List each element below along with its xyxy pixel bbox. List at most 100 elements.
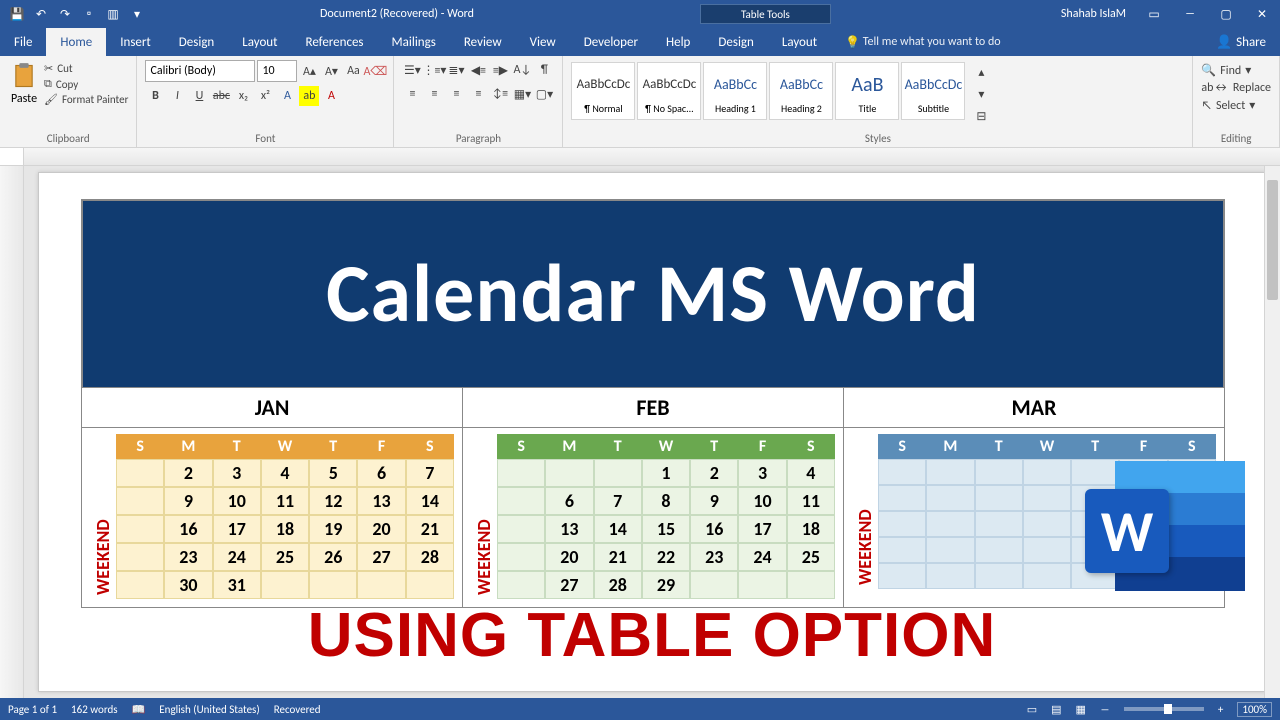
view-print-icon[interactable]: ▤ — [1051, 703, 1061, 716]
highlight-button[interactable]: ab — [299, 86, 319, 106]
zoom-in-icon[interactable]: + — [1218, 703, 1223, 716]
tab-tt-layout[interactable]: Layout — [768, 28, 831, 56]
tab-design[interactable]: Design — [165, 28, 228, 56]
tab-insert[interactable]: Insert — [106, 28, 165, 56]
tab-help[interactable]: Help — [652, 28, 704, 56]
page[interactable]: Calendar MS Word JAN WEEKEND SMTWTFS2345… — [38, 172, 1266, 692]
style-heading1[interactable]: AaBbCcHeading 1 — [703, 62, 767, 120]
bullets-button[interactable]: ☰▾ — [402, 60, 422, 80]
recovered-status[interactable]: Recovered — [274, 703, 321, 716]
undo-icon[interactable]: ↶ — [30, 3, 52, 25]
month-jan: JAN WEEKEND SMTWTFS234567910111213141617… — [82, 388, 463, 607]
tab-review[interactable]: Review — [450, 28, 516, 56]
maximize-icon[interactable]: ▢ — [1208, 0, 1244, 28]
qat-btn[interactable]: ▥ — [102, 3, 124, 25]
style-normal[interactable]: AaBbCcDc¶ Normal — [571, 62, 635, 120]
status-bar: Page 1 of 1 162 words 📖 English (United … — [0, 698, 1280, 720]
font-color-button[interactable]: A — [321, 86, 341, 106]
select-button[interactable]: ↖Select▾ — [1201, 98, 1271, 113]
clear-format-button[interactable]: A⌫ — [365, 61, 385, 81]
styles-down-icon[interactable]: ▾ — [971, 84, 991, 104]
tab-layout[interactable]: Layout — [228, 28, 291, 56]
tab-file[interactable]: File — [0, 28, 46, 56]
group-styles: AaBbCcDc¶ Normal AaBbCcDc¶ No Spac... Aa… — [563, 56, 1193, 147]
vertical-ruler[interactable] — [0, 166, 24, 698]
quick-access-toolbar: 💾 ↶ ↷ ▫ ▥ ▾ — [0, 3, 154, 25]
tab-home[interactable]: Home — [46, 28, 106, 56]
ribbon: Paste ✂Cut ⧉Copy 🖌Format Painter Clipboa… — [0, 56, 1280, 148]
view-web-icon[interactable]: ▦ — [1076, 703, 1086, 716]
tab-tt-design[interactable]: Design — [704, 28, 767, 56]
tab-mailings[interactable]: Mailings — [378, 28, 450, 56]
multilevel-button[interactable]: ≣▾ — [446, 60, 466, 80]
paste-button[interactable]: Paste — [8, 60, 40, 108]
font-name-input[interactable]: Calibri (Body) — [145, 60, 255, 82]
user-name[interactable]: Shahab IslaM — [1051, 7, 1136, 21]
superscript-button[interactable]: x² — [255, 86, 275, 106]
increase-indent-button[interactable]: ≡▶ — [490, 60, 510, 80]
group-paragraph: ☰▾ ⋮≡▾ ≣▾ ◀≡ ≡▶ A↓ ¶ ≡ ≡ ≡ ≡ ↕≡ ▦▾ ▢▾ Pa… — [394, 56, 563, 147]
replace-button[interactable]: ab↔Replace — [1201, 81, 1271, 95]
document-title: Document2 (Recovered) - Word — [154, 7, 700, 21]
style-nospacing[interactable]: AaBbCcDc¶ No Spac... — [637, 62, 701, 120]
tab-developer[interactable]: Developer — [570, 28, 652, 56]
grow-font-button[interactable]: A▴ — [299, 61, 319, 81]
justify-button[interactable]: ≡ — [468, 84, 488, 104]
text-effects-button[interactable]: A — [277, 86, 297, 106]
share-button[interactable]: 👤Share — [1202, 28, 1280, 56]
align-left-button[interactable]: ≡ — [402, 84, 422, 104]
scissors-icon: ✂ — [44, 62, 53, 75]
copy-icon: ⧉ — [44, 77, 52, 91]
shrink-font-button[interactable]: A▾ — [321, 61, 341, 81]
line-spacing-button[interactable]: ↕≡ — [490, 84, 510, 104]
bold-button[interactable]: B — [145, 86, 165, 106]
zoom-out-icon[interactable]: ― — [1100, 703, 1110, 716]
page-count[interactable]: Page 1 of 1 — [8, 703, 57, 716]
ribbon-options-icon[interactable]: ▭ — [1136, 0, 1172, 28]
save-icon[interactable]: 💾 — [6, 3, 28, 25]
close-icon[interactable]: ✕ — [1244, 0, 1280, 28]
qat-btn[interactable]: ▫ — [78, 3, 100, 25]
underline-button[interactable]: U — [189, 86, 209, 106]
style-subtitle[interactable]: AaBbCcDcSubtitle — [901, 62, 965, 120]
numbering-button[interactable]: ⋮≡▾ — [424, 60, 444, 80]
styles-up-icon[interactable]: ▴ — [971, 62, 991, 82]
align-right-button[interactable]: ≡ — [446, 84, 466, 104]
align-center-button[interactable]: ≡ — [424, 84, 444, 104]
find-button[interactable]: 🔍Find▾ — [1201, 63, 1271, 78]
decrease-indent-button[interactable]: ◀≡ — [468, 60, 488, 80]
style-heading2[interactable]: AaBbCcHeading 2 — [769, 62, 833, 120]
borders-button[interactable]: ▢▾ — [534, 84, 554, 104]
redo-icon[interactable]: ↷ — [54, 3, 76, 25]
tell-me-search[interactable]: 💡 Tell me what you want to do — [831, 28, 1202, 56]
format-painter-button[interactable]: 🖌Format Painter — [44, 93, 128, 106]
spellcheck-icon[interactable]: 📖 — [132, 703, 146, 716]
tab-references[interactable]: References — [292, 28, 378, 56]
style-title[interactable]: AaBTitle — [835, 62, 899, 120]
vertical-scrollbar[interactable] — [1264, 166, 1280, 698]
sort-button[interactable]: A↓ — [512, 60, 532, 80]
font-size-input[interactable]: 10 — [257, 60, 297, 82]
shading-button[interactable]: ▦▾ — [512, 84, 532, 104]
view-read-icon[interactable]: ▭ — [1027, 703, 1037, 716]
cut-button[interactable]: ✂Cut — [44, 62, 128, 75]
tab-view[interactable]: View — [516, 28, 570, 56]
strike-button[interactable]: abc — [211, 86, 231, 106]
weekend-label: WEEKEND — [471, 462, 497, 599]
minimize-icon[interactable]: ― — [1172, 0, 1208, 28]
document-area: Calendar MS Word JAN WEEKEND SMTWTFS2345… — [0, 166, 1280, 698]
styles-expand-icon[interactable]: ⊟ — [971, 106, 991, 126]
calendar-row: JAN WEEKEND SMTWTFS234567910111213141617… — [81, 387, 1225, 608]
word-count[interactable]: 162 words — [71, 703, 118, 716]
language-status[interactable]: English (United States) — [159, 703, 259, 716]
copy-button[interactable]: ⧉Copy — [44, 77, 128, 91]
change-case-button[interactable]: Aa — [343, 61, 363, 81]
italic-button[interactable]: I — [167, 86, 187, 106]
ribbon-tabs: File Home Insert Design Layout Reference… — [0, 28, 1280, 56]
qat-dropdown-icon[interactable]: ▾ — [126, 3, 148, 25]
zoom-level[interactable]: 100% — [1237, 702, 1272, 717]
horizontal-ruler[interactable] — [0, 148, 1280, 166]
subscript-button[interactable]: x₂ — [233, 86, 253, 106]
show-marks-button[interactable]: ¶ — [534, 60, 554, 80]
word-logo: W — [1085, 461, 1245, 611]
